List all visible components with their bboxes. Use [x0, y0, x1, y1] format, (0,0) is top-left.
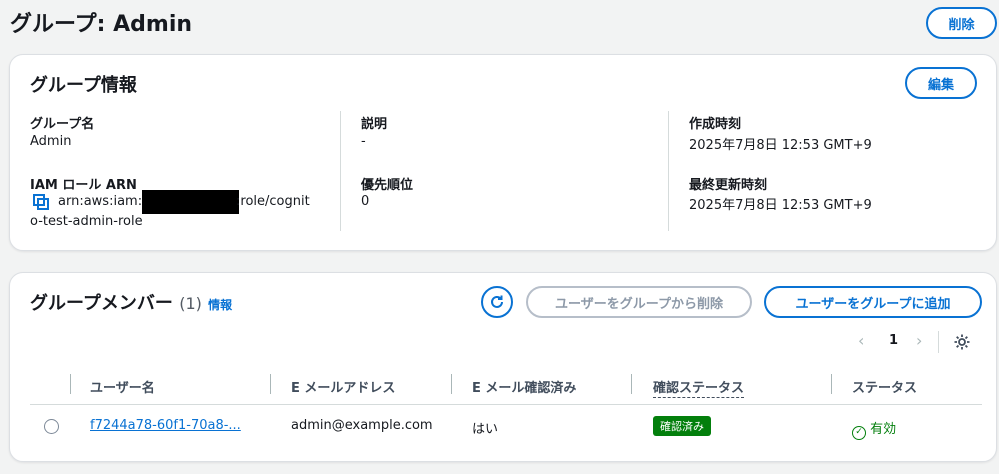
role-arn-suffix: :role/cognit: [236, 194, 310, 209]
role-arn-label: IAM ロール ARN: [30, 178, 137, 193]
group-name-label: グループ名: [30, 117, 95, 132]
delete-group-button[interactable]: 削除: [926, 7, 997, 39]
updated-value: 2025年7月8日 12:53 GMT+9: [689, 198, 872, 213]
member-count: (1): [179, 294, 202, 313]
role-arn-prefix: arn:aws:iam::: [58, 194, 147, 209]
role-arn-line2: o-test-admin-role: [30, 214, 143, 229]
page-title: グループ: Admin: [10, 12, 193, 37]
status-cell: ✓ 有効: [852, 418, 896, 440]
copy-icon[interactable]: [33, 194, 49, 210]
group-name-value: Admin: [30, 134, 72, 149]
pagination-divider: [938, 331, 939, 353]
column-separator: [451, 374, 452, 394]
refresh-icon: [491, 295, 503, 308]
edit-group-button[interactable]: 編集: [905, 67, 977, 99]
confirmation-status-badge: 確認済み: [653, 416, 711, 436]
table-header-divider: [30, 404, 982, 405]
created-value: 2025年7月8日 12:53 GMT+9: [689, 138, 872, 153]
column-header-email-verified[interactable]: E メール確認済み: [472, 377, 576, 396]
email-verified-cell: はい: [472, 422, 499, 437]
status-text: 有効: [870, 422, 897, 437]
group-info-card: グループ情報 編集 グループ名 Admin IAM ロール ARN arn:aw…: [9, 54, 997, 251]
username-link[interactable]: f7244a78-60f1-70a8-...: [90, 418, 241, 433]
members-title-text: グループメンバー: [30, 293, 173, 314]
column-separator: [70, 374, 71, 394]
settings-gear-icon[interactable]: [953, 333, 971, 351]
column-separator: [270, 374, 271, 394]
description-value: -: [361, 134, 366, 149]
email-cell: admin@example.com: [291, 418, 433, 433]
check-circle-icon: ✓: [852, 426, 866, 440]
group-members-card: グループメンバー (1) 情報 ユーザーをグループから削除 ユーザーをグループに…: [9, 272, 997, 462]
next-page-icon[interactable]: ›: [916, 331, 922, 350]
refresh-button[interactable]: [481, 286, 513, 318]
description-label: 説明: [361, 117, 388, 132]
column-divider: [340, 111, 341, 231]
add-user-to-group-button[interactable]: ユーザーをグループに追加: [764, 286, 982, 318]
group-info-title: グループ情報: [30, 75, 137, 96]
precedence-value: 0: [361, 194, 370, 209]
row-select-radio[interactable]: [44, 419, 59, 434]
info-link[interactable]: 情報: [208, 298, 232, 312]
column-header-email[interactable]: E メールアドレス: [291, 377, 395, 396]
column-header-status[interactable]: ステータス: [852, 377, 917, 396]
column-header-confirmation-status[interactable]: 確認ステータス: [653, 377, 745, 398]
column-separator: [831, 374, 832, 394]
page-number[interactable]: 1: [889, 333, 898, 348]
remove-user-from-group-button[interactable]: ユーザーをグループから削除: [526, 286, 752, 318]
redacted-account-id: [142, 190, 239, 214]
created-label: 作成時刻: [689, 117, 742, 132]
column-separator: [631, 374, 632, 394]
precedence-label: 優先順位: [361, 178, 414, 193]
prev-page-icon[interactable]: ‹: [858, 331, 864, 350]
members-title: グループメンバー (1) 情報: [30, 289, 232, 315]
updated-label: 最終更新時刻: [689, 178, 768, 193]
page-header: グループ: Admin 削除: [0, 0, 999, 48]
column-header-username[interactable]: ユーザー名: [90, 377, 155, 396]
column-divider: [668, 111, 669, 231]
